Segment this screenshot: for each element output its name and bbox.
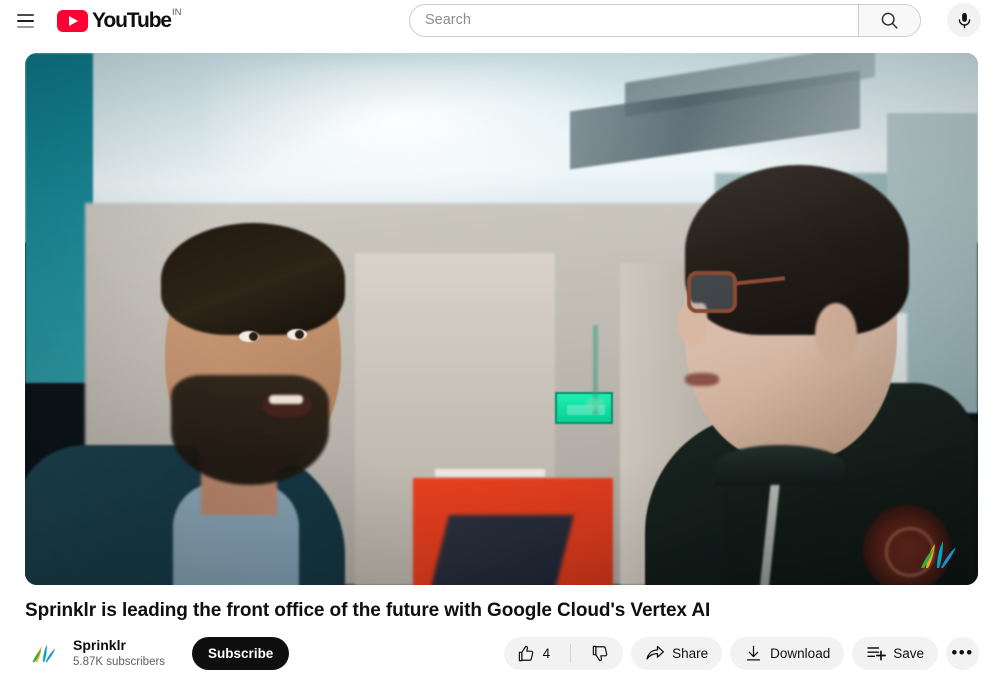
person-right-ear bbox=[815, 303, 857, 365]
channel-subscriber-count: 5.87K subscribers bbox=[73, 656, 166, 669]
voice-search-button[interactable] bbox=[947, 3, 981, 37]
action-divider bbox=[570, 643, 572, 663]
like-button[interactable]: 4 bbox=[504, 637, 564, 670]
share-button[interactable]: Share bbox=[631, 636, 723, 670]
save-label: Save bbox=[893, 645, 924, 661]
scene-red-light-strip bbox=[435, 469, 545, 477]
person-right-glasses bbox=[687, 271, 737, 313]
more-actions-button[interactable]: ••• bbox=[946, 636, 979, 670]
channel-text-block: Sprinklr 5.87K subscribers bbox=[73, 637, 165, 670]
masthead-left: YouTube IN bbox=[0, 4, 198, 38]
video-meta-row: Sprinklr 5.87K subscribers Subscribe 4 S… bbox=[25, 632, 979, 674]
hamburger-menu-icon[interactable] bbox=[8, 4, 42, 38]
more-horizontal-icon: ••• bbox=[951, 643, 974, 662]
search-icon bbox=[881, 12, 898, 29]
save-button[interactable]: Save bbox=[852, 636, 938, 670]
thumbs-up-icon bbox=[518, 645, 533, 661]
video-frame bbox=[25, 53, 978, 585]
download-icon bbox=[747, 645, 761, 660]
masthead: YouTube IN bbox=[0, 0, 999, 41]
sprinklr-logo-watermark bbox=[921, 541, 956, 568]
save-to-playlist-icon bbox=[867, 647, 887, 661]
download-button[interactable]: Download bbox=[730, 636, 845, 670]
channel-owner-block: Sprinklr 5.87K subscribers Subscribe bbox=[25, 635, 290, 671]
search-zone bbox=[409, 3, 981, 37]
search-box[interactable] bbox=[409, 3, 921, 37]
person-right-mouth bbox=[685, 373, 719, 386]
thumbs-down-icon bbox=[592, 645, 608, 661]
person-right-collar bbox=[715, 445, 845, 485]
person-left-pupil bbox=[295, 330, 304, 339]
search-button[interactable] bbox=[858, 4, 920, 36]
video-player[interactable] bbox=[25, 53, 978, 585]
youtube-country-code: IN bbox=[172, 7, 182, 18]
like-count: 4 bbox=[542, 645, 551, 661]
scene-exit-sign bbox=[555, 392, 613, 424]
person-left-hair bbox=[161, 223, 345, 335]
page-title: Sprinklr is leading the front office of … bbox=[25, 600, 711, 621]
like-dislike-group: 4 bbox=[503, 636, 624, 670]
share-arrow-icon bbox=[646, 645, 665, 660]
scene-left-teal-wall bbox=[25, 53, 93, 383]
youtube-watch-page: YouTube IN Search Sprinklr is leading th… bbox=[0, 0, 999, 682]
youtube-logo[interactable]: YouTube IN bbox=[57, 7, 198, 34]
scene-pendant-light bbox=[585, 398, 605, 410]
microphone-icon bbox=[958, 12, 970, 28]
person-left-mouth bbox=[263, 393, 311, 417]
search-input[interactable] bbox=[410, 4, 858, 36]
scene-red-panel-shadow bbox=[425, 515, 574, 585]
person-left-pupil bbox=[249, 332, 258, 341]
channel-name[interactable]: Sprinklr bbox=[73, 637, 165, 655]
share-label: Share bbox=[672, 645, 709, 661]
youtube-logo-text: YouTube bbox=[92, 9, 172, 32]
person-left-beard bbox=[171, 375, 329, 485]
avatar[interactable] bbox=[25, 635, 61, 671]
subscribe-button[interactable]: Subscribe bbox=[192, 636, 290, 670]
dislike-button[interactable] bbox=[578, 637, 623, 670]
youtube-play-icon bbox=[57, 10, 88, 32]
download-label: Download bbox=[770, 645, 831, 661]
sprinklr-avatar-icon bbox=[32, 644, 56, 663]
video-actions: 4 Share Download Save ••• bbox=[503, 636, 979, 670]
